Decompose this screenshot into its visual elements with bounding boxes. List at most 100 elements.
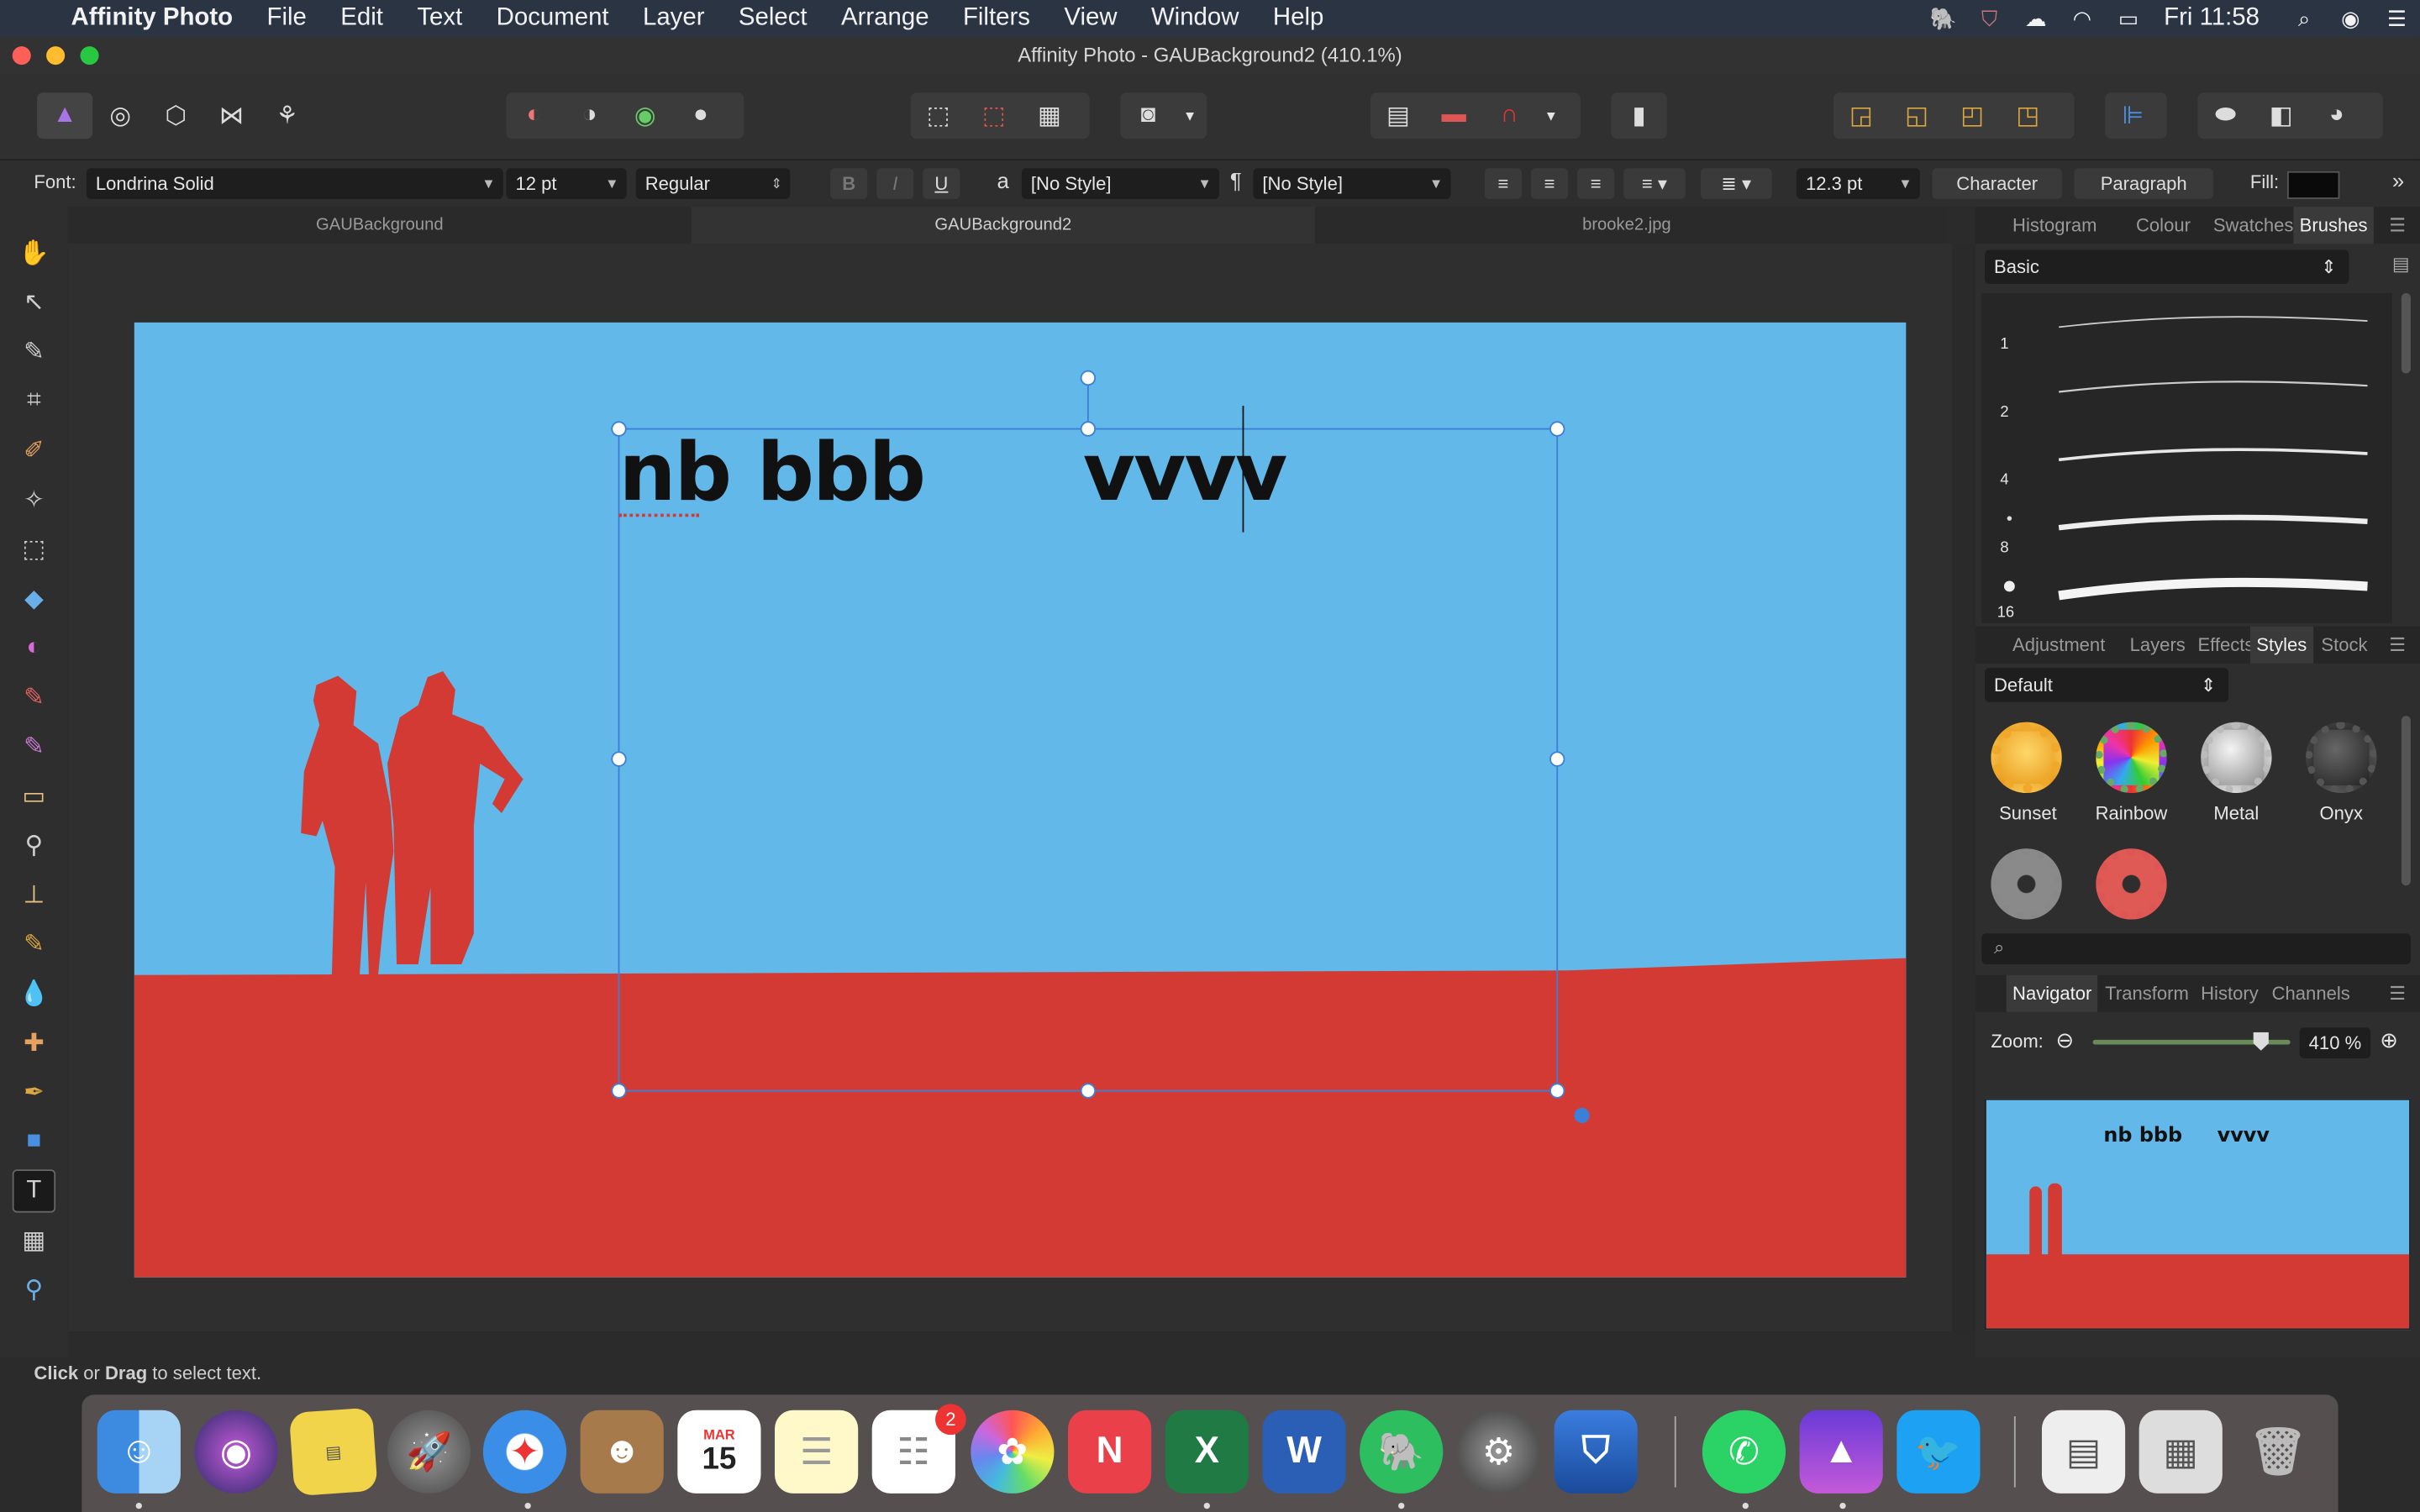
menu-view[interactable]: View <box>1047 0 1134 37</box>
tab-layers[interactable]: Layers <box>2130 627 2186 664</box>
mesh-warp-icon[interactable]: ▦ <box>13 1219 55 1262</box>
evernote-icon[interactable]: 🐘 <box>1360 1410 1444 1494</box>
tab-transform[interactable]: Transform <box>2105 975 2189 1012</box>
snapping-magnet-icon[interactable]: ∩ <box>1481 92 1537 139</box>
brush-size-4[interactable]: 4 <box>2000 472 2008 489</box>
move-back-icon[interactable]: ◱ <box>1889 92 1944 139</box>
invert-selection-icon[interactable]: ▦ <box>1022 92 1077 139</box>
menu-app[interactable]: Affinity Photo <box>68 0 250 37</box>
brush-category-select[interactable]: Basic ⇕ <box>1984 249 2349 284</box>
handle-top[interactable] <box>1080 421 1097 437</box>
dodge-tool-icon[interactable]: ⚲ <box>13 824 55 867</box>
minimize-window-button[interactable] <box>46 46 66 66</box>
grid-icon[interactable]: ▤ <box>1370 92 1426 139</box>
navigator-preview[interactable]: nb bbb vvvv <box>1984 1098 2411 1331</box>
tab-brooke2[interactable]: brooke2.jpg <box>1315 207 1939 244</box>
tab-channels[interactable]: Channels <box>2272 975 2350 1012</box>
rotate-handle[interactable] <box>1080 370 1097 386</box>
brush-view-icon[interactable]: ▤ <box>2392 253 2410 275</box>
flood-select-icon[interactable]: ✧ <box>13 478 55 521</box>
white-balance-icon[interactable]: ● <box>673 92 729 139</box>
document-stack-icon[interactable]: ▤ <box>2041 1410 2126 1494</box>
menu-edit[interactable]: Edit <box>324 0 400 37</box>
brush-size-2[interactable]: 2 <box>2000 404 2008 421</box>
select-all-icon[interactable]: ⬚ <box>911 92 966 139</box>
align-left-icon[interactable]: ≡ <box>1484 168 1522 199</box>
bold-button[interactable]: B <box>830 168 868 199</box>
photos-icon[interactable]: ✿ <box>971 1410 1055 1494</box>
deselect-icon[interactable]: ⬚ <box>966 92 1022 139</box>
handle-right[interactable] <box>1549 751 1565 767</box>
inpainting-tool-icon[interactable]: ✚ <box>13 1021 55 1064</box>
zoom-in-icon[interactable]: ⊕ <box>2380 1027 2398 1053</box>
handle-top-left[interactable] <box>611 421 627 437</box>
cloud-upload-icon[interactable]: ☁ <box>2012 5 2059 31</box>
style-category-select[interactable]: Default ⇕ <box>1984 668 2229 702</box>
evernote-status-icon[interactable]: 🐘 <box>1920 5 1966 31</box>
menu-document[interactable]: Document <box>479 0 625 37</box>
add-shape-icon[interactable]: ⬬ <box>2197 92 2253 139</box>
text-tool-icon[interactable]: T <box>12 1169 56 1213</box>
panel-menu-icon[interactable]: ☰ <box>2389 627 2406 664</box>
color-wheel-icon[interactable]: ◉ <box>618 92 673 139</box>
move-tool-icon[interactable]: ↖ <box>13 281 55 323</box>
screenshot-stack-icon[interactable]: ▦ <box>2139 1410 2223 1494</box>
stickies-icon[interactable]: ▤ <box>288 1407 378 1497</box>
align-center-icon[interactable]: ≡ <box>1531 168 1569 199</box>
assistant-icon[interactable]: ▬ <box>1426 92 1481 139</box>
erase-brush-icon[interactable]: ▭ <box>13 774 55 817</box>
finder-icon[interactable]: ☺ <box>97 1410 181 1494</box>
close-window-button[interactable] <box>12 46 31 66</box>
metal-style-icon[interactable] <box>2201 722 2272 794</box>
tab-stock[interactable]: Stock <box>2321 627 2367 664</box>
tab-effects[interactable]: Effects <box>2197 627 2254 664</box>
red-style-icon[interactable] <box>2096 848 2167 920</box>
zoom-window-button[interactable] <box>80 46 99 66</box>
quick-mask-dropdown-icon[interactable]: ▼ <box>1176 108 1204 123</box>
align-right-icon[interactable]: ≡ <box>1577 168 1615 199</box>
text-flow-handle[interactable] <box>1574 1107 1590 1124</box>
brush-scrollbar[interactable] <box>2401 292 2411 374</box>
handle-bottom-left[interactable] <box>611 1083 627 1099</box>
news-icon[interactable]: N <box>1067 1410 1152 1494</box>
launchpad-icon[interactable]: 🚀 <box>387 1410 471 1494</box>
tone-mapping-persona-icon[interactable]: ⋈ <box>203 92 259 139</box>
subtract-shape-icon[interactable]: ◧ <box>2254 92 2309 139</box>
menu-window[interactable]: Window <box>1134 0 1256 37</box>
overflow-icon[interactable]: » <box>2392 168 2404 192</box>
menu-file[interactable]: File <box>250 0 324 37</box>
tab-gaubackground[interactable]: GAUBackground <box>68 207 692 244</box>
excel-icon[interactable]: X <box>1165 1410 1249 1494</box>
smudge-tool-icon[interactable]: ✎ <box>13 922 55 965</box>
paragraph-style-select[interactable]: [No Style] ▼ <box>1253 168 1451 199</box>
gradient-tool-icon[interactable]: ◐ <box>13 627 55 669</box>
vertical-scrollbar[interactable] <box>1952 244 1975 1332</box>
panel-menu-icon[interactable]: ☰ <box>2389 975 2406 1012</box>
marquee-tool-icon[interactable]: ⬚ <box>13 528 55 570</box>
notification-center-icon[interactable]: ☰ <box>2374 5 2420 31</box>
color-replacement-icon[interactable]: ✎ <box>13 725 55 768</box>
align-icon[interactable]: ⊫ <box>2105 92 2160 139</box>
contrast-icon[interactable]: ◑ <box>562 92 618 139</box>
gray-style-icon[interactable] <box>1991 848 2062 920</box>
handle-bottom-right[interactable] <box>1549 1083 1565 1099</box>
character-button[interactable]: Character <box>1932 168 2062 199</box>
font-weight-select[interactable]: Regular ⇕ <box>635 168 791 199</box>
system-preferences-icon[interactable]: ⚙ <box>1456 1410 1541 1494</box>
tab-adjustment[interactable]: Adjustment <box>2012 627 2105 664</box>
handle-left[interactable] <box>611 751 627 767</box>
shield-status-icon[interactable]: ⛉ <box>1966 5 2012 31</box>
battery-icon[interactable]: ▭ <box>2105 5 2151 31</box>
blur-tool-icon[interactable]: 💧 <box>13 972 55 1015</box>
contacts-icon[interactable]: ☻ <box>580 1410 664 1494</box>
sunset-style-icon[interactable] <box>1991 722 2062 794</box>
handle-top-right[interactable] <box>1549 421 1565 437</box>
menu-select[interactable]: Select <box>722 0 824 37</box>
font-size-select[interactable]: 12 pt ▼ <box>506 168 627 199</box>
flood-fill-icon[interactable]: ◆ <box>13 577 55 620</box>
menu-filters[interactable]: Filters <box>946 0 1047 37</box>
spotlight-icon[interactable]: ⌕ <box>2281 5 2328 31</box>
onyx-style-icon[interactable] <box>2306 722 2377 794</box>
menu-text[interactable]: Text <box>400 0 479 37</box>
move-forward-icon[interactable]: ◰ <box>1944 92 2000 139</box>
